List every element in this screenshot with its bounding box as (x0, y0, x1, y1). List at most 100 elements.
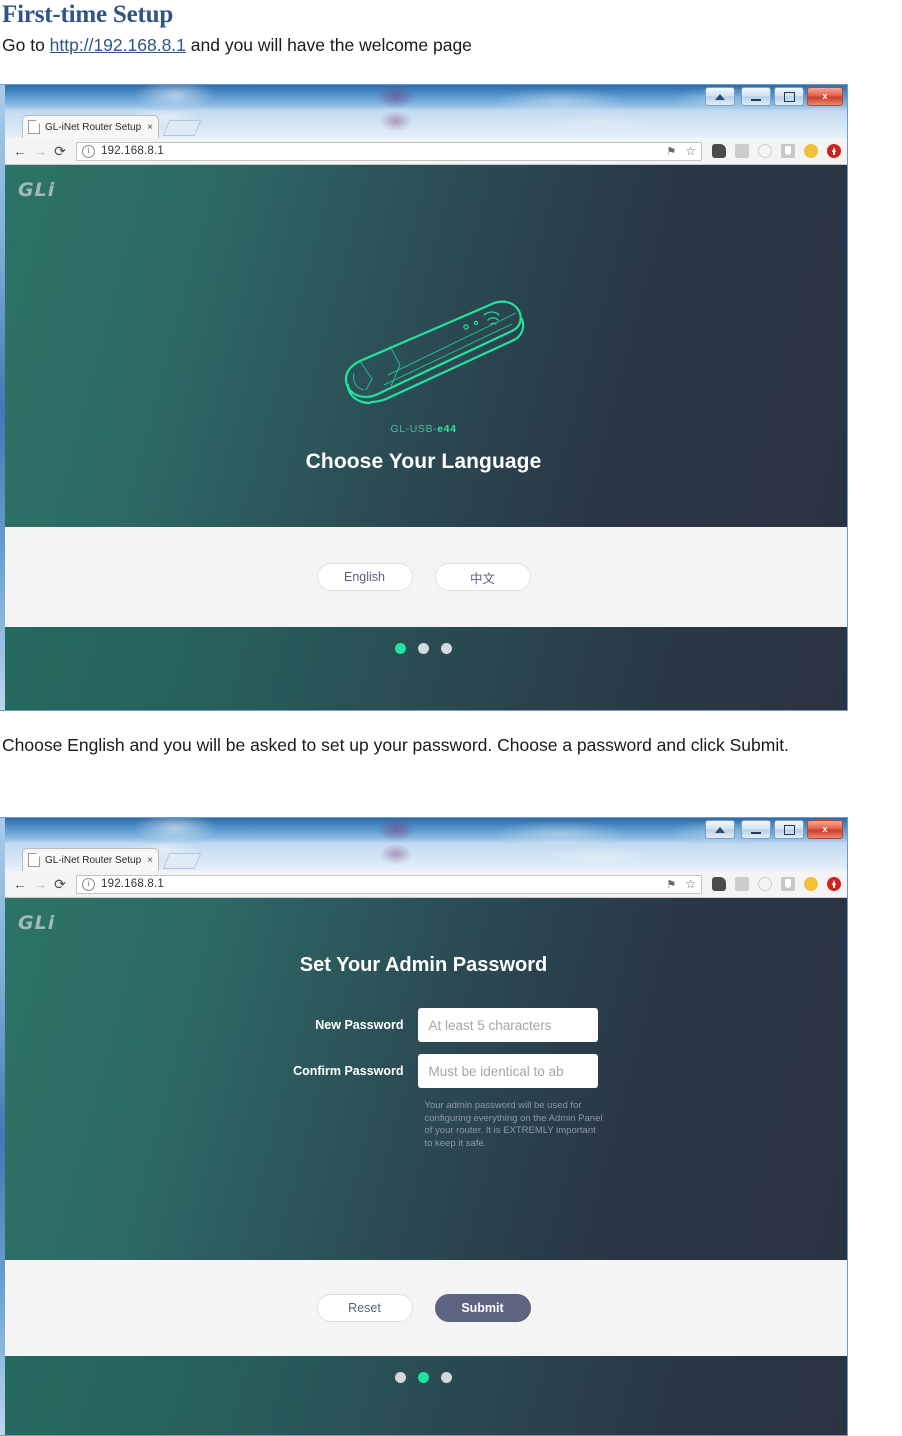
gli-logo: GLi (18, 179, 56, 201)
evernote-icon[interactable] (712, 144, 726, 158)
browser-toolbar-1: ← → ⟳ i 192.168.8.1 ⚑ ☆ (0, 138, 847, 165)
close-window-button-2[interactable]: x (807, 820, 843, 839)
tab-strip-1: GL-iNet Router Setup × (0, 111, 847, 138)
choose-english-paragraph: Choose English and you will be asked to … (2, 735, 789, 755)
browser-window-2: x GL-iNet Router Setup × ← → ⟳ i 192.168… (0, 817, 848, 1436)
maximize-button[interactable] (774, 87, 804, 106)
extension-icons (712, 144, 841, 158)
close-tab-icon-2[interactable]: × (147, 855, 153, 866)
step-dot-2[interactable] (418, 643, 429, 654)
tab-title: GL-iNet Router Setup (45, 121, 142, 133)
minimize-button-2[interactable] (741, 820, 771, 839)
forward-icon[interactable]: → (30, 144, 50, 158)
url-text: 192.168.8.1 (101, 145, 164, 157)
language-buttons: English 中文 (0, 527, 847, 627)
help-row: Your admin password will be used for con… (0, 1100, 847, 1150)
new-password-input[interactable]: At least 5 characters (417, 1008, 598, 1042)
pin-icon[interactable]: ⚑ (666, 145, 676, 158)
intro-text-before: Go to (2, 35, 50, 55)
gray-block-icon[interactable] (735, 144, 749, 158)
window-frame-1: x GL-iNet Router Setup × ← → ⟳ i 192.168… (0, 84, 848, 711)
submit-button[interactable]: Submit (434, 1294, 531, 1322)
reload-icon[interactable]: ⟳ (50, 144, 70, 158)
window-controls-2: x (705, 820, 843, 839)
tab-strip-2: GL-iNet Router Setup × (0, 844, 847, 871)
back-icon-2[interactable]: ← (10, 877, 30, 891)
page-favicon-icon (28, 120, 40, 134)
step-indicator-2 (0, 1356, 847, 1435)
title-bar-1: x (0, 85, 847, 111)
circle-refresh-icon-2[interactable] (758, 877, 772, 891)
back-icon[interactable]: ← (10, 144, 30, 158)
device-name-suffix: e44 (437, 423, 457, 435)
step-dot-1[interactable] (395, 643, 406, 654)
reload-icon-2[interactable]: ⟳ (50, 877, 70, 891)
address-bar-actions-2: ⚑ ☆ (658, 877, 696, 891)
router-url-link[interactable]: http://192.168.8.1 (50, 35, 186, 55)
hero-section-2: GLi Set Your Admin Password New Password… (0, 898, 847, 1260)
restore-up-icon-2[interactable] (705, 820, 735, 839)
form-buttons: Reset Submit (0, 1260, 847, 1356)
step-indicator-1 (0, 627, 847, 710)
device-name: GL-USB-e44 (0, 423, 847, 435)
page-title: First-time Setup (2, 1, 174, 28)
browser-toolbar-2: ← → ⟳ i 192.168.8.1 ⚑ ☆ (0, 871, 847, 898)
browser-window-1: x GL-iNet Router Setup × ← → ⟳ i 192.168… (0, 84, 848, 711)
password-form: New Password At least 5 characters Confi… (0, 1008, 847, 1162)
red-up-arrow-icon-2[interactable] (827, 877, 841, 891)
form-title: Set Your Admin Password (299, 954, 548, 976)
title-bar-2: x (0, 818, 847, 844)
window-controls-1: x (705, 87, 843, 106)
step-dot-1-b[interactable] (395, 1372, 406, 1383)
forward-icon-2[interactable]: → (30, 877, 50, 891)
gray-block-icon-2[interactable] (735, 877, 749, 891)
step-dot-3[interactable] (441, 643, 452, 654)
maximize-button-2[interactable] (774, 820, 804, 839)
step-dot-3-b[interactable] (441, 1372, 452, 1383)
close-window-button[interactable]: x (807, 87, 843, 106)
intro-text-after: and you will have the welcome page (185, 35, 472, 55)
address-bar[interactable]: i 192.168.8.1 ⚑ ☆ (76, 141, 702, 161)
confirm-password-row: Confirm Password Must be identical to ab (0, 1054, 847, 1088)
intro-paragraph: Go to http://192.168.8.1 and you will ha… (0, 30, 902, 59)
extension-icons-2 (712, 877, 841, 891)
step-dot-2-b[interactable] (418, 1372, 429, 1383)
shield-icon-2[interactable] (781, 877, 795, 891)
reset-button[interactable]: Reset (316, 1294, 413, 1322)
smiley-icon[interactable] (804, 144, 818, 158)
shield-icon[interactable] (781, 144, 795, 158)
window-frame-2: x GL-iNet Router Setup × ← → ⟳ i 192.168… (0, 817, 848, 1436)
address-bar-2[interactable]: i 192.168.8.1 ⚑ ☆ (76, 874, 702, 894)
new-tab-button-2[interactable] (162, 853, 202, 869)
address-bar-actions: ⚑ ☆ (658, 144, 696, 158)
confirm-password-input[interactable]: Must be identical to ab (417, 1054, 598, 1088)
circle-refresh-icon[interactable] (758, 144, 772, 158)
minimize-button[interactable] (741, 87, 771, 106)
browser-tab-2[interactable]: GL-iNet Router Setup × (22, 848, 159, 871)
page-favicon-icon-2 (28, 853, 40, 867)
language-button-english[interactable]: English (316, 563, 413, 591)
gli-logo-2: GLi (18, 912, 56, 934)
pin-icon-2[interactable]: ⚑ (666, 878, 676, 891)
new-password-label: New Password (315, 1018, 404, 1032)
language-button-chinese[interactable]: 中文 (434, 563, 531, 591)
hero-section-1: GLi GL-USB-e44 Choose Your Language (0, 165, 847, 527)
restore-up-icon[interactable] (705, 87, 735, 106)
browser-tab[interactable]: GL-iNet Router Setup × (22, 115, 159, 138)
usb-dongle-illustration (294, 291, 554, 426)
window-left-edge-1 (0, 85, 5, 710)
smiley-icon-2[interactable] (804, 877, 818, 891)
new-password-row: New Password At least 5 characters (0, 1008, 847, 1042)
router-setup-page-1: GLi GL-USB-e44 Choose Your Language Engl… (0, 165, 847, 710)
evernote-icon-2[interactable] (712, 877, 726, 891)
site-info-icon-2[interactable]: i (82, 877, 95, 891)
new-tab-button[interactable] (162, 120, 202, 136)
bookmark-star-icon-2[interactable]: ☆ (685, 877, 696, 891)
tab-title-2: GL-iNet Router Setup (45, 854, 142, 866)
site-info-icon[interactable]: i (82, 144, 95, 158)
password-help-text: Your admin password will be used for con… (424, 1100, 603, 1149)
close-tab-icon[interactable]: × (147, 122, 153, 133)
bookmark-star-icon[interactable]: ☆ (685, 144, 696, 158)
red-up-arrow-icon[interactable] (827, 144, 841, 158)
device-name-prefix: GL-USB- (390, 423, 438, 435)
